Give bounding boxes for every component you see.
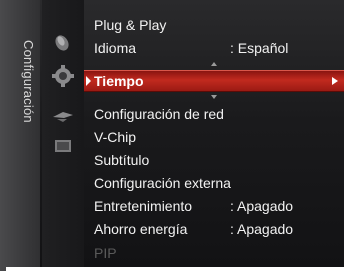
scroll-up-indicator-icon (211, 62, 217, 66)
menu-item-configuracion-externa[interactable]: Configuración externa (84, 172, 344, 195)
menu-item-plug-play[interactable]: Plug & Play (84, 14, 344, 37)
selection-pointer-icon (86, 76, 91, 86)
menu-item-idioma[interactable]: Idioma : Español (84, 37, 344, 60)
menu-item-value: : Apagado (230, 198, 294, 214)
menu-item-label: V-Chip (94, 129, 137, 145)
menu-item-tiempo[interactable]: Tiempo (84, 70, 344, 92)
tv-osd-menu: Configuración Plug & Play Idioma: Españ… (0, 0, 344, 271)
category-tab: Configuración (0, 0, 40, 271)
menu-item-configuracion-red[interactable]: Configuración de red (84, 103, 344, 126)
input-icon[interactable] (49, 134, 77, 158)
menu-item-label: Idioma (94, 40, 137, 56)
scroll-down-indicator-icon (211, 95, 217, 99)
menu-item-value: : Apagado (230, 221, 294, 237)
menu-item-label: Configuración de red (94, 106, 224, 122)
menu-item-label: Configuración externa (94, 175, 231, 191)
menu-item-label: Ahorro energía (94, 221, 188, 237)
picture-icon[interactable] (49, 30, 77, 54)
menu-item-value: : Español (230, 40, 289, 56)
category-icon-column (42, 0, 84, 271)
menu-item-v-chip[interactable]: V-Chip (84, 126, 344, 149)
menu-item-label: PIP (94, 245, 117, 261)
menu-item-subtitulo[interactable]: Subtítulo (84, 149, 344, 172)
menu-item-label: Subtítulo (94, 152, 150, 168)
menu-item-label: Entretenimiento (94, 198, 193, 214)
submenu-arrow-icon (332, 77, 338, 85)
menu-item-label: Tiempo (94, 73, 144, 89)
menu-item-label: Plug & Play (94, 17, 167, 33)
channel-icon[interactable] (49, 104, 77, 128)
sound-icon[interactable] (49, 64, 77, 88)
settings-menu-list: Plug & Play Idioma : Español Tiempo Conf… (84, 0, 344, 271)
menu-item-ahorro-energia[interactable]: Ahorro energía : Apagado (84, 218, 344, 241)
menu-item-entretenimiento[interactable]: Entretenimiento : Apagado (84, 195, 344, 218)
menu-item-pip: PIP (84, 242, 344, 265)
category-label: Configuración (21, 40, 36, 123)
